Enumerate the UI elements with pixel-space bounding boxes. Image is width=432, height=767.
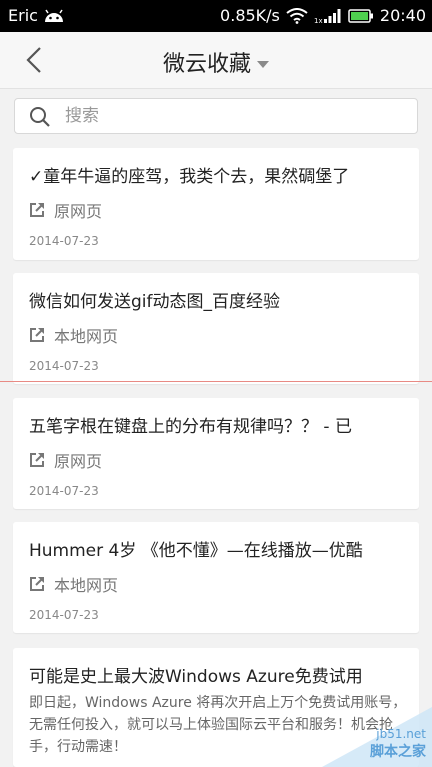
item-source[interactable]: 本地网页 [29,572,118,596]
carrier-label: Eric [8,6,38,25]
list-item[interactable]: Hummer 4岁 《他不懂》—在线播放—优酷 本地网页 2014-07-23 [13,522,419,633]
external-link-icon [30,328,44,342]
signal-icon: 1x [314,8,341,24]
item-date: 2014-07-23 [29,484,99,498]
item-date: 2014-07-23 [29,608,99,622]
android-icon [44,9,63,22]
wifi-icon [286,7,308,24]
item-date: 2014-07-23 [29,234,99,248]
item-source[interactable]: 本地网页 [29,323,118,347]
title-bar: 微云收藏 [0,32,432,89]
chevron-down-icon [257,61,269,68]
item-source[interactable]: 原网页 [29,448,102,472]
item-title: ✓童年牛逼的座驾，我类个去，果然碉堡了 [29,167,350,187]
title-dropdown[interactable]: 微云收藏 [0,46,432,78]
clock: 20:40 [379,6,426,25]
page-title: 微云收藏 [162,52,251,77]
item-date: 2014-07-23 [29,359,99,373]
item-source-label: 原网页 [54,452,103,471]
watermark-text: 脚本之家 [370,744,426,760]
search-input[interactable] [65,99,405,133]
external-link-icon [30,453,44,467]
external-link-icon [30,203,44,217]
external-link-icon [30,577,44,591]
divider [0,381,432,382]
list-item[interactable]: ✓童年牛逼的座驾，我类个去，果然碉堡了 原网页 2014-07-23 [13,148,419,260]
item-title: 微信如何发送gif动态图_百度经验 [29,292,280,312]
search-icon [30,107,50,127]
item-title: 五笔字根在键盘上的分布有规律吗？？ - 已 [29,417,352,437]
signal-badge: 1x [314,17,323,24]
list-item[interactable]: 五笔字根在键盘上的分布有规律吗？？ - 已 原网页 2014-07-23 [13,398,419,509]
watermark-site: jb51.net [376,727,426,741]
item-source-label: 原网页 [54,202,103,221]
status-bar: Eric 0.85K/s 1x 20:40 [0,0,432,32]
search-box[interactable] [14,98,418,134]
network-speed: 0.85K/s [220,6,280,25]
item-source[interactable]: 原网页 [29,198,102,222]
list-item[interactable]: 微信如何发送gif动态图_百度经验 本地网页 2014-07-23 [13,273,419,384]
item-title: Hummer 4岁 《他不懂》—在线播放—优酷 [29,541,363,561]
item-title: 可能是史上最大波Windows Azure免费试用 [29,667,363,687]
item-source-label: 本地网页 [54,327,119,346]
watermark: jb51.net 脚本之家 [302,707,432,767]
battery-icon [348,8,373,23]
item-source-label: 本地网页 [54,576,119,595]
